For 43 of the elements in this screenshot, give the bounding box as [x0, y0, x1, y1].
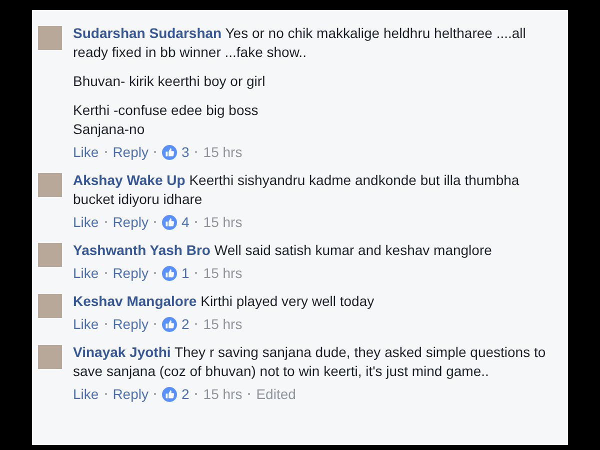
thumbs-up-icon	[162, 386, 178, 402]
like-count[interactable]: 3	[181, 144, 190, 160]
comment-text: Vinayak Jyothi They r saving sanjana dude, they asked simple questions to save sanjana (coz of bhuvan) not to win keerti, it's just mind game..	[73, 343, 547, 381]
comment-time: 15 hrs	[203, 144, 242, 160]
comment-time: 15 hrs	[203, 265, 242, 281]
comment-text: Yashwanth Yash Bro Well said satish kumar and keshav manglore	[73, 241, 493, 260]
comment-time: 15 hrs	[203, 316, 242, 332]
thumbs-up-icon	[162, 266, 178, 280]
avatar-photo-placeholder	[38, 173, 62, 197]
author-link[interactable]: Keshav Mangalore	[73, 293, 197, 309]
comment-text: Akshay Wake Up Keerthi sishyandru kadme andkonde but illa thumbha bucket idiyoru idhare	[73, 171, 520, 209]
avatar-photo-placeholder	[38, 294, 62, 318]
comment-text: Sudarshan Sudarshan Yes or no chik makkalige heldhru heltharee ....all ready fixed in bb winner ...fake show..	[73, 24, 527, 62]
like-link[interactable]: Like	[73, 316, 99, 332]
comment-text: Kerthi -confuse edee big boss Sanjana-no	[73, 101, 260, 139]
thumbs-up-icon	[162, 144, 178, 160]
avatar-photo-placeholder	[38, 26, 62, 50]
reply-link[interactable]: Reply	[112, 144, 148, 160]
author-link[interactable]: Vinayak Jyothi	[73, 344, 171, 360]
reply-link[interactable]: Reply	[112, 316, 148, 332]
comment-time: 15 hrs	[203, 386, 242, 402]
like-link[interactable]: Like	[73, 214, 99, 230]
author-link[interactable]: Sudarshan Sudarshan	[73, 25, 222, 41]
like-link[interactable]: Like	[73, 265, 99, 281]
reply-link[interactable]: Reply	[112, 214, 148, 230]
like-count[interactable]: 2	[181, 316, 190, 332]
like-link[interactable]: Like	[73, 386, 99, 402]
comment-text: Keshav Mangalore Kirthi played very well today	[73, 292, 376, 311]
reply-link[interactable]: Reply	[112, 265, 148, 281]
like-count[interactable]: 4	[181, 214, 190, 230]
author-link[interactable]: Akshay Wake Up	[73, 172, 186, 188]
comment-time: 15 hrs	[203, 214, 242, 230]
author-link[interactable]: Yashwanth Yash Bro	[73, 242, 210, 258]
thumbs-up-icon	[162, 214, 178, 230]
avatar-photo-placeholder	[38, 243, 62, 267]
edited-label: Edited	[256, 386, 296, 402]
reply-link[interactable]: Reply	[112, 386, 148, 402]
thumbs-up-icon	[162, 316, 178, 332]
like-link[interactable]: Like	[73, 144, 99, 160]
avatar-photo-placeholder	[38, 345, 62, 369]
comment-text: Bhuvan- kirik keerthi boy or girl	[73, 72, 266, 91]
like-count[interactable]: 2	[181, 386, 190, 402]
like-count[interactable]: 1	[181, 265, 190, 281]
